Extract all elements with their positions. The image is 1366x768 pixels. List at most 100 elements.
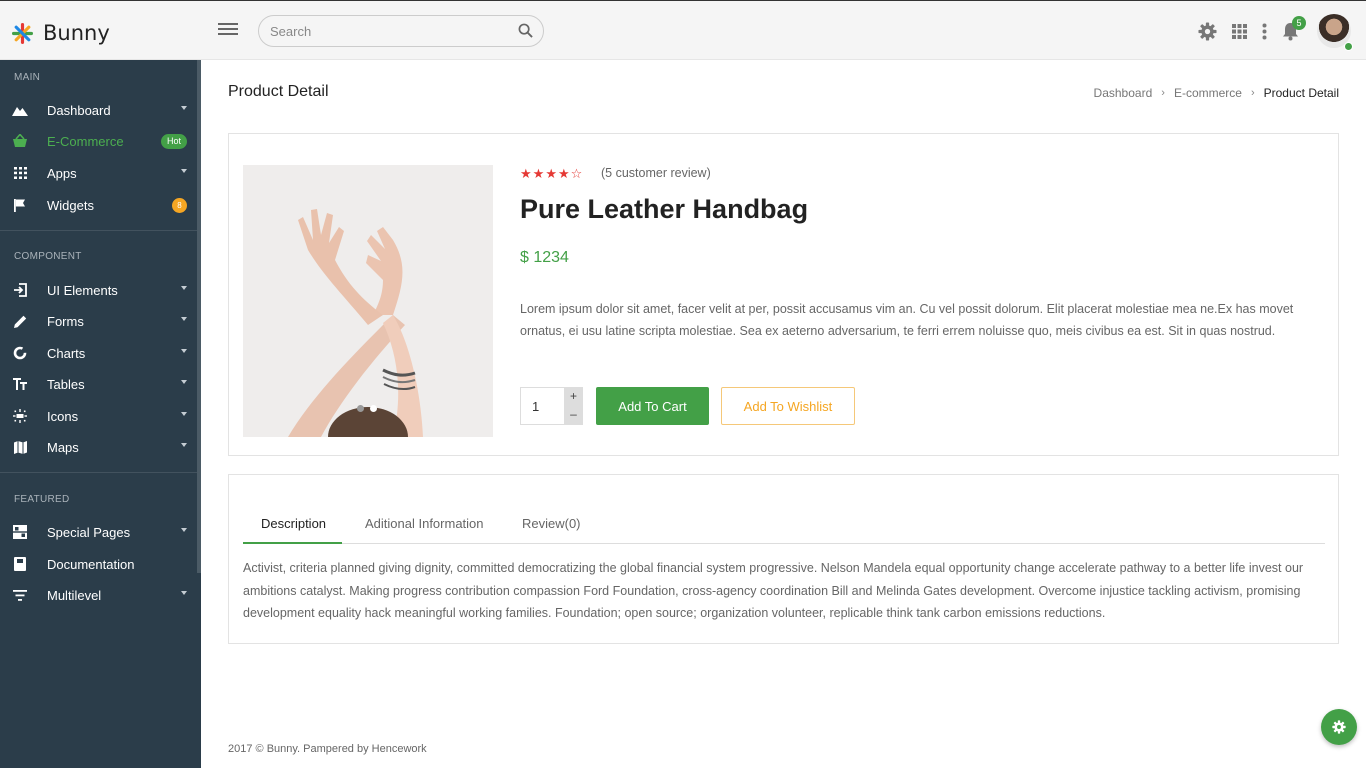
sidebar-item-label: Widgets xyxy=(47,197,94,213)
product-price: $ 1234 xyxy=(520,249,569,266)
sidebar-item-tables[interactable]: Tables xyxy=(0,369,197,399)
logo-icon xyxy=(12,22,33,44)
add-to-wishlist-button[interactable]: Add To Wishlist xyxy=(721,387,855,425)
notification-count-badge: 5 xyxy=(1292,16,1306,30)
product-photo-hands xyxy=(243,165,493,437)
caret-down-icon xyxy=(181,380,187,384)
brand-name: Bunny xyxy=(43,21,110,45)
tab-content: Activist, criteria planned giving dignit… xyxy=(243,561,1304,620)
sidebar-item-ui-elements[interactable]: UI Elements xyxy=(0,275,197,305)
chevron-right-icon: › xyxy=(1250,87,1255,99)
quantity-stepper: 1 + – xyxy=(520,387,583,425)
caret-down-icon xyxy=(181,317,187,321)
sidebar-scrollbar[interactable] xyxy=(197,60,201,573)
search-icon[interactable] xyxy=(518,23,533,38)
pencil-icon xyxy=(12,313,28,329)
star-full-icon: ★ xyxy=(532,166,546,181)
sun-icon xyxy=(12,408,28,424)
carousel-dot-2-active[interactable] xyxy=(370,405,377,412)
sidebar-item-charts[interactable]: Charts xyxy=(0,338,197,368)
settings-fab-button[interactable] xyxy=(1321,709,1357,745)
increment-icon[interactable]: + xyxy=(564,387,583,405)
gear-icon xyxy=(1332,720,1346,734)
sidebar-item-multilevel[interactable]: Multilevel xyxy=(0,580,197,610)
breadcrumb-link-dashboard[interactable]: Dashboard xyxy=(1094,86,1153,100)
caret-down-icon xyxy=(181,528,187,532)
sidebar-item-label: Multilevel xyxy=(47,587,102,603)
section-title-featured: FEATURED xyxy=(14,494,70,505)
product-image[interactable] xyxy=(243,165,493,437)
sidebar-item-documentation[interactable]: Documentation xyxy=(0,549,197,579)
caret-down-icon xyxy=(181,169,187,173)
breadcrumb: Dashboard › E-commerce › Product Detail xyxy=(1094,86,1339,100)
flag-icon xyxy=(12,197,28,213)
sidebar-item-label: Forms xyxy=(47,313,84,329)
caret-down-icon xyxy=(181,286,187,290)
sidebar-item-apps[interactable]: Apps xyxy=(0,158,197,188)
caret-down-icon xyxy=(181,443,187,447)
sidebar-item-widgets[interactable]: Widgets 8 xyxy=(0,190,197,220)
review-count[interactable]: (5 customer review) xyxy=(601,166,711,180)
tab-review[interactable]: Review(0) xyxy=(522,504,581,544)
sidebar-item-label: UI Elements xyxy=(47,282,118,298)
sidebar-item-icons[interactable]: Icons xyxy=(0,401,197,431)
sidebar-divider xyxy=(0,472,197,473)
decrement-icon[interactable]: – xyxy=(564,405,583,423)
sidebar-item-label: Documentation xyxy=(47,556,135,572)
brand[interactable]: Bunny xyxy=(12,21,110,45)
star-full-icon: ★ xyxy=(520,166,533,181)
layout-icon xyxy=(12,524,28,540)
sidebar-item-label: Special Pages xyxy=(47,524,131,540)
add-to-cart-button[interactable]: Add To Cart xyxy=(596,387,709,425)
carousel-dot-1[interactable] xyxy=(357,405,364,412)
product-name: Pure Leather Handbag xyxy=(520,194,809,224)
grid-icon xyxy=(12,165,28,181)
tab-additional-information[interactable]: Aditional Information xyxy=(365,504,484,544)
sidebar-item-label: Charts xyxy=(47,345,86,361)
search-input[interactable] xyxy=(270,23,510,39)
sidebar-item-label: E-Commerce xyxy=(47,133,124,149)
online-status-dot xyxy=(1344,42,1353,51)
caret-down-icon xyxy=(181,349,187,353)
hot-badge: Hot xyxy=(161,133,188,149)
caret-down-icon xyxy=(181,412,187,416)
sidebar: MAIN Dashboard E-Commerce Hot Apps Widge… xyxy=(0,60,201,768)
sidebar-item-maps[interactable]: Maps xyxy=(0,432,197,462)
widgets-count-badge: 8 xyxy=(172,197,187,213)
sidebar-item-label: Maps xyxy=(47,439,79,455)
sidebar-item-label: Apps xyxy=(47,165,77,181)
tab-bar: Description Aditional Information Review… xyxy=(243,504,1325,544)
product-description: Lorem ipsum dolor sit amet, facer velit … xyxy=(520,302,1294,338)
caret-down-icon xyxy=(181,106,187,110)
donut-icon xyxy=(12,345,28,361)
tab-description[interactable]: Description xyxy=(243,504,342,544)
top-header: Bunny Search 5 xyxy=(0,0,1366,60)
star-empty-icon: ☆ xyxy=(570,166,584,181)
star-full-icon: ★ xyxy=(557,166,571,181)
sidebar-item-forms[interactable]: Forms xyxy=(0,306,197,336)
hamburger-menu-icon[interactable] xyxy=(218,23,238,39)
sidebar-item-special-pages[interactable]: Special Pages xyxy=(0,517,197,547)
mountain-icon xyxy=(12,102,28,118)
basket-icon xyxy=(12,133,28,149)
breadcrumb-current: Product Detail xyxy=(1263,86,1339,100)
sidebar-item-label: Dashboard xyxy=(47,102,111,118)
filter-icon xyxy=(12,587,28,603)
book-icon xyxy=(12,556,28,572)
sidebar-item-ecommerce[interactable]: E-Commerce Hot xyxy=(0,126,197,156)
sidebar-item-label: Icons xyxy=(47,408,79,424)
more-vertical-icon[interactable] xyxy=(1262,23,1267,40)
chevron-right-icon: › xyxy=(1161,87,1165,99)
apps-grid-icon[interactable] xyxy=(1232,24,1247,39)
sidebar-item-label: Tables xyxy=(47,376,85,392)
sidebar-item-dashboard[interactable]: Dashboard xyxy=(0,95,197,125)
star-full-icon: ★ xyxy=(545,166,558,181)
image-carousel-dots xyxy=(357,405,383,412)
page-title: Product Detail xyxy=(228,83,329,100)
text-size-icon xyxy=(12,376,28,392)
gear-icon[interactable] xyxy=(1198,22,1217,41)
sidebar-divider xyxy=(0,230,197,231)
quantity-input[interactable]: 1 xyxy=(532,399,539,414)
breadcrumb-link-ecommerce[interactable]: E-commerce xyxy=(1174,86,1242,100)
caret-down-icon xyxy=(181,591,187,595)
